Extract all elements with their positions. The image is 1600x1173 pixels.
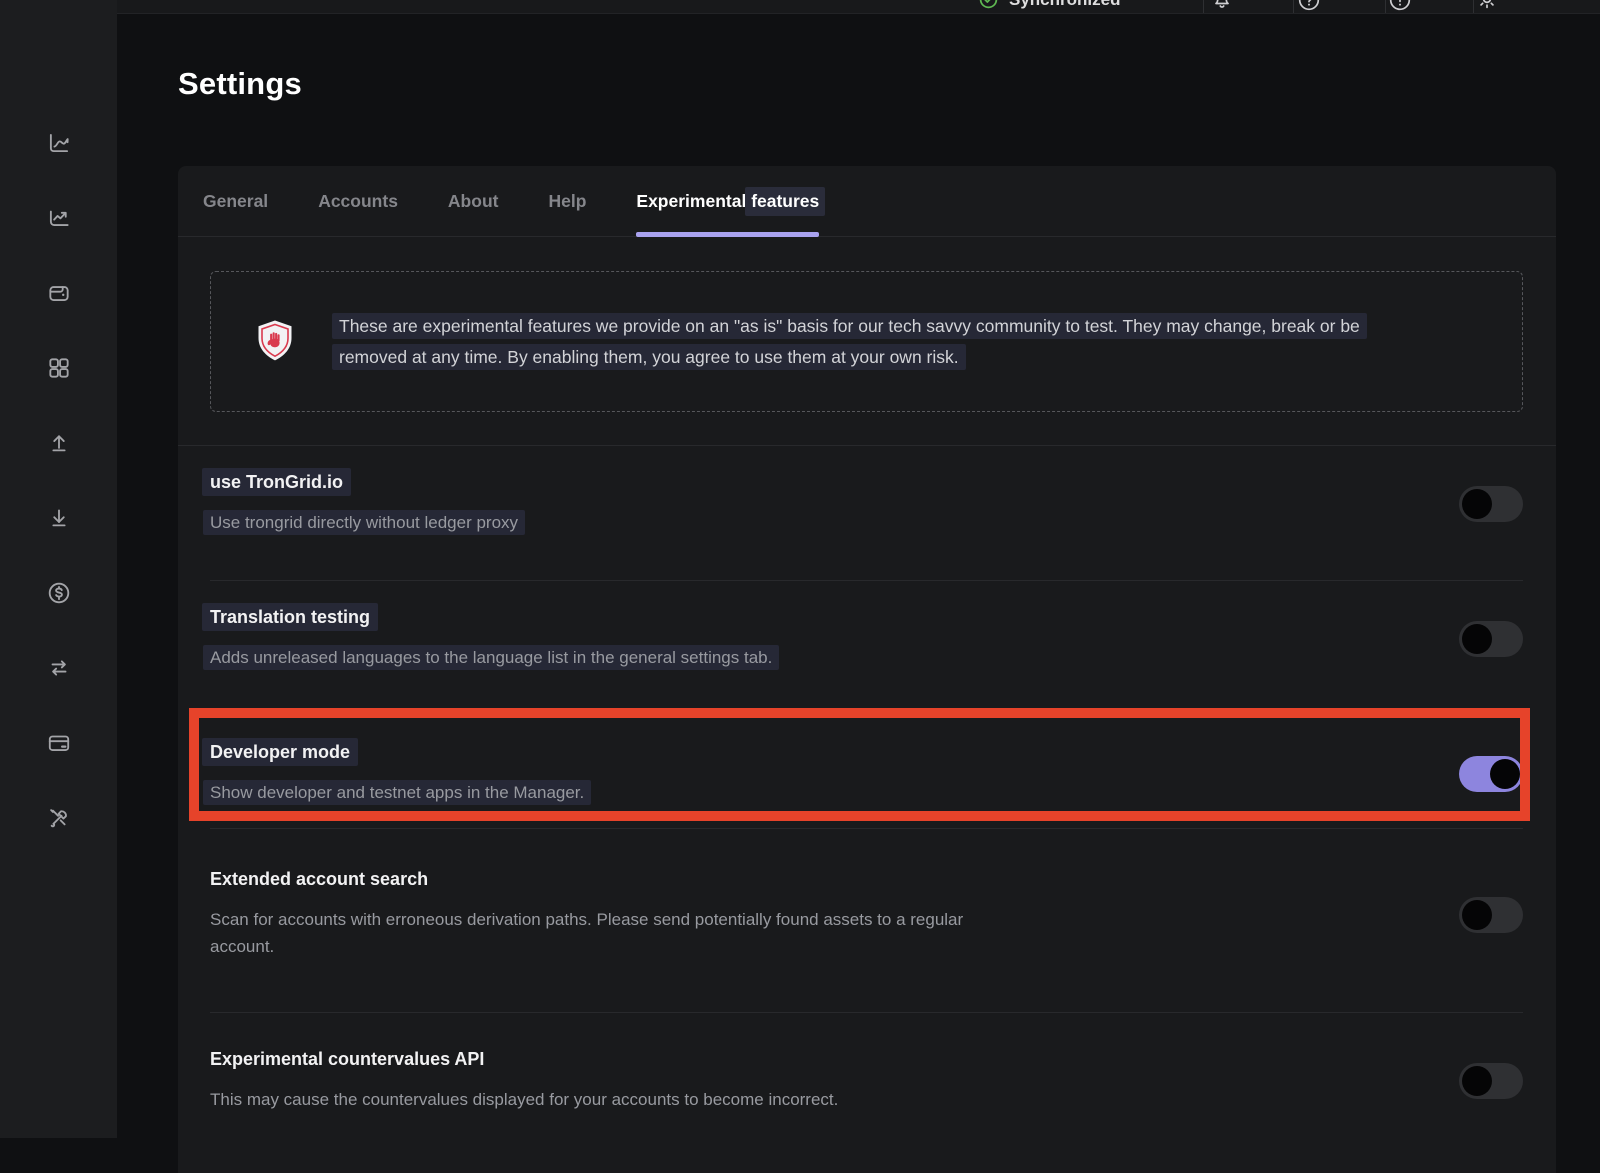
- wallet-icon: [46, 280, 72, 306]
- tab-help[interactable]: Help: [548, 166, 586, 236]
- tab-accounts[interactable]: Accounts: [318, 166, 398, 236]
- toggle-knob: [1462, 489, 1492, 519]
- experimental-warning-text: These are experimental features we provi…: [339, 311, 1431, 373]
- stop-hand-shield-icon: [251, 317, 299, 367]
- tab-about[interactable]: About: [448, 166, 499, 236]
- row-title: Extended account search: [210, 869, 1030, 890]
- send-icon: [46, 430, 72, 456]
- sidebar-item-receive[interactable]: [46, 505, 72, 531]
- row-title: Developer mode: [210, 742, 584, 763]
- row-description: Show developer and testnet apps in the M…: [210, 779, 584, 806]
- bell-icon: [1210, 0, 1234, 11]
- market-trend-icon: [46, 205, 72, 231]
- settings-button[interactable]: [1475, 0, 1499, 11]
- settings-row-translation-testing: Translation testing Adds unreleased lang…: [210, 580, 1523, 715]
- sidebar: [0, 0, 117, 1138]
- tools-icon: [46, 805, 72, 831]
- row-description: Scan for accounts with erroneous derivat…: [210, 906, 1030, 960]
- sidebar-item-accounts[interactable]: [46, 280, 72, 306]
- sidebar-item-tools[interactable]: [46, 805, 72, 831]
- gear-icon: [1475, 0, 1499, 11]
- sidebar-item-discover[interactable]: [46, 355, 72, 381]
- row-description: Use trongrid directly without ledger pro…: [210, 509, 518, 536]
- sidebar-item-buy-sell[interactable]: [46, 580, 72, 606]
- toggle-experimental-countervalues[interactable]: [1459, 1063, 1523, 1099]
- swap-icon: [46, 655, 72, 681]
- topbar: Synchronized: [117, 0, 1600, 14]
- check-circle-icon: [978, 0, 999, 10]
- sync-status: Synchronized: [978, 0, 1120, 10]
- settings-tabs: General Accounts About Help Experimental…: [178, 166, 1556, 237]
- topbar-divider: [1385, 0, 1386, 13]
- help-button[interactable]: [1297, 0, 1321, 12]
- toggle-knob: [1462, 900, 1492, 930]
- row-title: use TronGrid.io: [210, 472, 518, 493]
- experimental-warning-section: These are experimental features we provi…: [178, 237, 1556, 446]
- help-circle-icon: [1297, 0, 1321, 12]
- row-title: Translation testing: [210, 607, 772, 628]
- page-title: Settings: [178, 66, 302, 102]
- toggle-use-trongrid[interactable]: [1459, 486, 1523, 522]
- discover-grid-icon: [46, 355, 72, 381]
- buy-sell-icon: [46, 580, 72, 606]
- notifications-button[interactable]: [1210, 0, 1234, 11]
- sidebar-item-swap[interactable]: [46, 655, 72, 681]
- sidebar-item-portfolio[interactable]: [46, 130, 72, 156]
- sidebar-item-send[interactable]: [46, 430, 72, 456]
- settings-rows: use TronGrid.io Use trongrid directly wi…: [178, 446, 1556, 1173]
- tab-experimental-features[interactable]: Experimental features: [636, 166, 819, 236]
- topbar-divider: [1473, 0, 1474, 13]
- sync-status-label: Synchronized: [1009, 0, 1120, 10]
- toggle-knob: [1490, 759, 1520, 789]
- experimental-warning-box: These are experimental features we provi…: [210, 271, 1523, 412]
- toggle-knob: [1462, 1066, 1492, 1096]
- settings-row-use-trongrid: use TronGrid.io Use trongrid directly wi…: [210, 446, 1523, 580]
- toggle-developer-mode[interactable]: [1459, 756, 1523, 792]
- row-description: This may cause the countervalues display…: [210, 1086, 838, 1113]
- settings-row-developer-mode: Developer mode Show developer and testne…: [210, 715, 1523, 828]
- card-icon: [46, 730, 72, 756]
- portfolio-chart-icon: [46, 130, 72, 156]
- settings-row-experimental-countervalues: Experimental countervalues API This may …: [210, 1012, 1523, 1173]
- row-description: Adds unreleased languages to the languag…: [210, 644, 772, 671]
- toggle-translation-testing[interactable]: [1459, 621, 1523, 657]
- tab-general[interactable]: General: [203, 166, 268, 236]
- sidebar-item-market[interactable]: [46, 205, 72, 231]
- settings-card: General Accounts About Help Experimental…: [178, 166, 1556, 1173]
- info-button[interactable]: [1388, 0, 1412, 12]
- toggle-knob: [1462, 624, 1492, 654]
- topbar-divider: [1203, 0, 1204, 13]
- receive-icon: [46, 505, 72, 531]
- topbar-divider: [1293, 0, 1294, 13]
- sidebar-item-card[interactable]: [46, 730, 72, 756]
- toggle-extended-account-search[interactable]: [1459, 897, 1523, 933]
- settings-row-extended-account-search: Extended account search Scan for account…: [210, 828, 1523, 1012]
- info-circle-icon: [1388, 0, 1412, 12]
- row-title: Experimental countervalues API: [210, 1049, 838, 1070]
